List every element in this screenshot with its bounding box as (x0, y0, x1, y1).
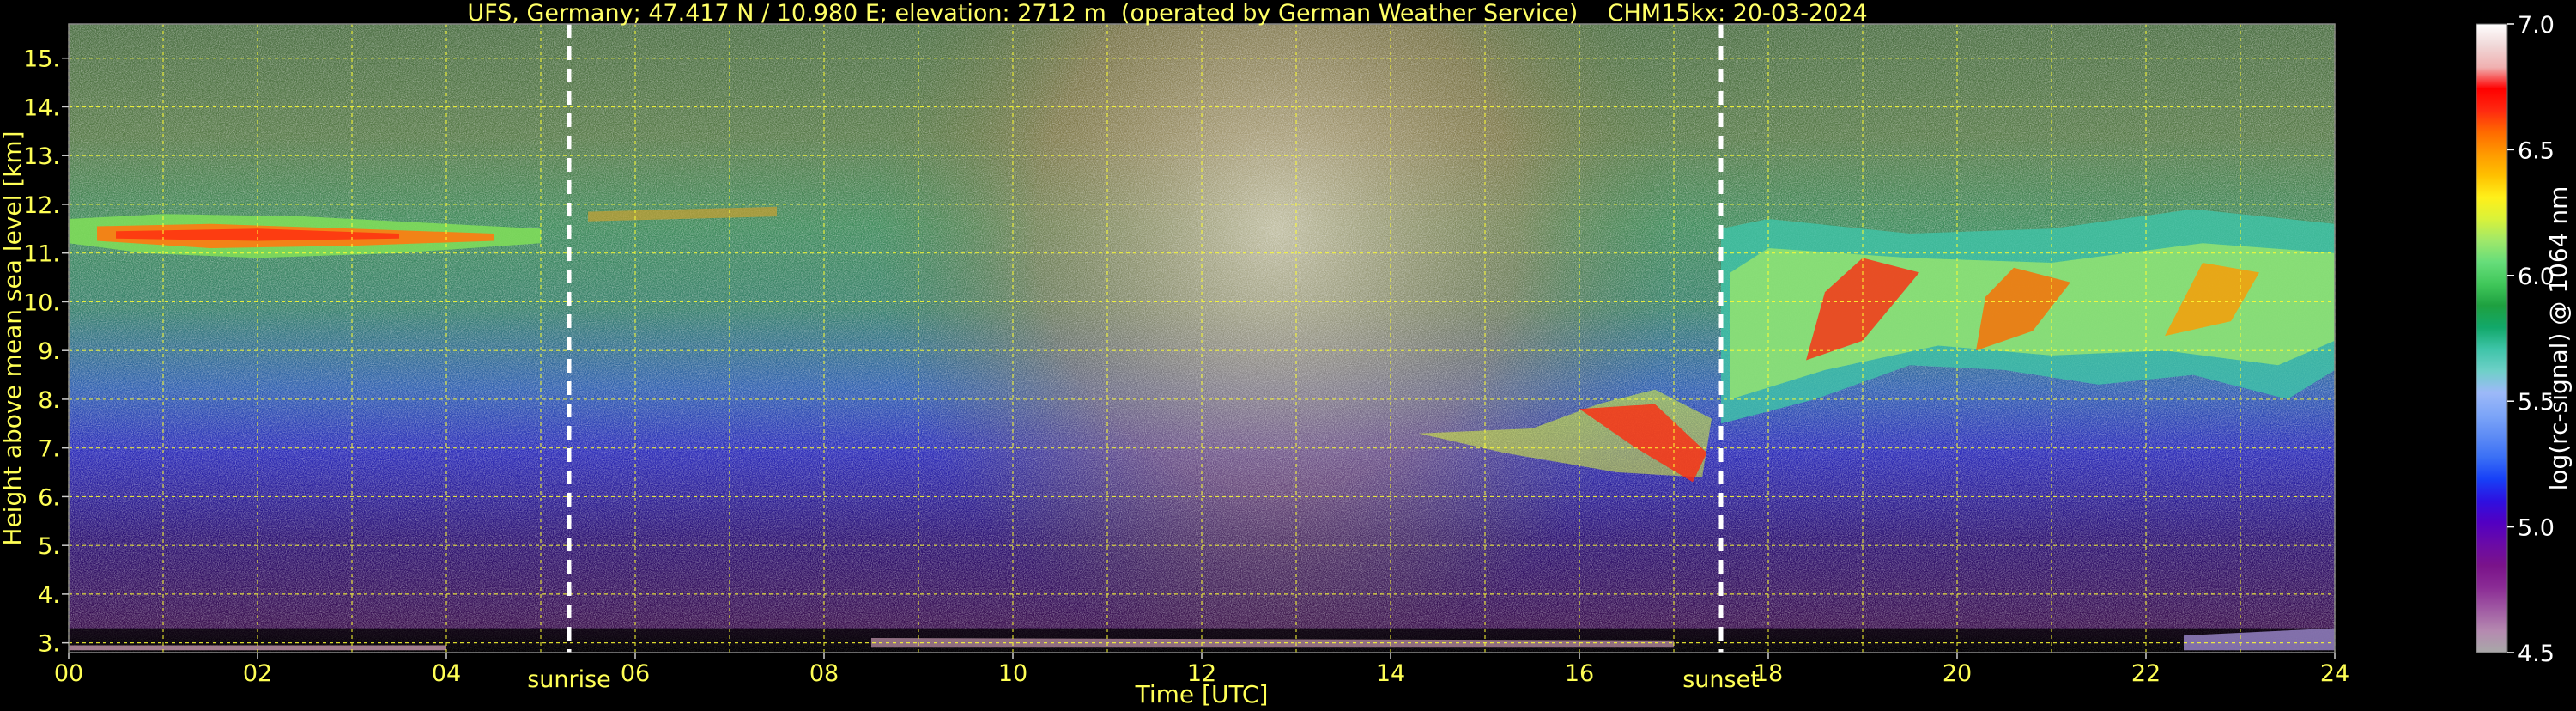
y-tick-label: 8. (38, 387, 60, 414)
colorbar (2476, 23, 2508, 653)
y-tick-label: 11. (23, 241, 60, 268)
colorbar-tick-label: 5.0 (2518, 515, 2555, 542)
x-tick-label: 24 (2320, 660, 2349, 687)
x-tick-label: 00 (54, 660, 83, 687)
y-tick-label: 14. (23, 94, 60, 121)
colorbar-tick-label: 4.5 (2518, 641, 2555, 667)
colorbar-tick-label: 6.5 (2518, 137, 2555, 164)
x-tick-label: 22 (2131, 660, 2161, 687)
y-tick-label: 9. (38, 338, 60, 365)
colorbar-label: log(rc-signal) @ 1064 nm (2544, 186, 2573, 491)
sunset-label: sunset (1682, 666, 1760, 693)
y-tick-label: 6. (38, 484, 60, 511)
x-axis-label: Time [UTC] (1135, 680, 1269, 708)
x-tick-label: 14 (1376, 660, 1405, 687)
ceilometer-plot: UFS, Germany; 47.417 N / 10.980 E; eleva… (0, 0, 2576, 708)
x-tick-label: 16 (1565, 660, 1594, 687)
x-tick-label: 02 (243, 660, 272, 687)
chart-svg: sunrise sunset00 02 04 06 08 10 12 14 16 18 20 22 243… (0, 12, 2573, 708)
x-tick-label: 10 (998, 660, 1027, 687)
chart-title: UFS, Germany; 47.417 N / 10.980 E; eleva… (467, 0, 1868, 27)
y-tick-label: 15. (23, 46, 60, 73)
colorbar-tick-label: 7.0 (2518, 12, 2555, 39)
y-tick-label: 10. (23, 289, 60, 316)
x-tick-label: 04 (432, 660, 461, 687)
y-tick-label: 7. (38, 436, 60, 463)
y-tick-label: 4. (38, 582, 60, 609)
x-tick-label: 06 (621, 660, 650, 687)
x-tick-label: 08 (809, 660, 839, 687)
x-tick-label: 20 (1943, 660, 1972, 687)
y-tick-label: 5. (38, 533, 60, 560)
y-axis-label: Height above mean sea level [km] (0, 131, 27, 545)
y-tick-label: 12. (23, 192, 60, 219)
y-tick-label: 13. (23, 143, 60, 170)
x-tick-label: 18 (1754, 660, 1783, 687)
y-tick-label: 3. (38, 631, 60, 658)
sunrise-label: sunrise (527, 666, 611, 693)
